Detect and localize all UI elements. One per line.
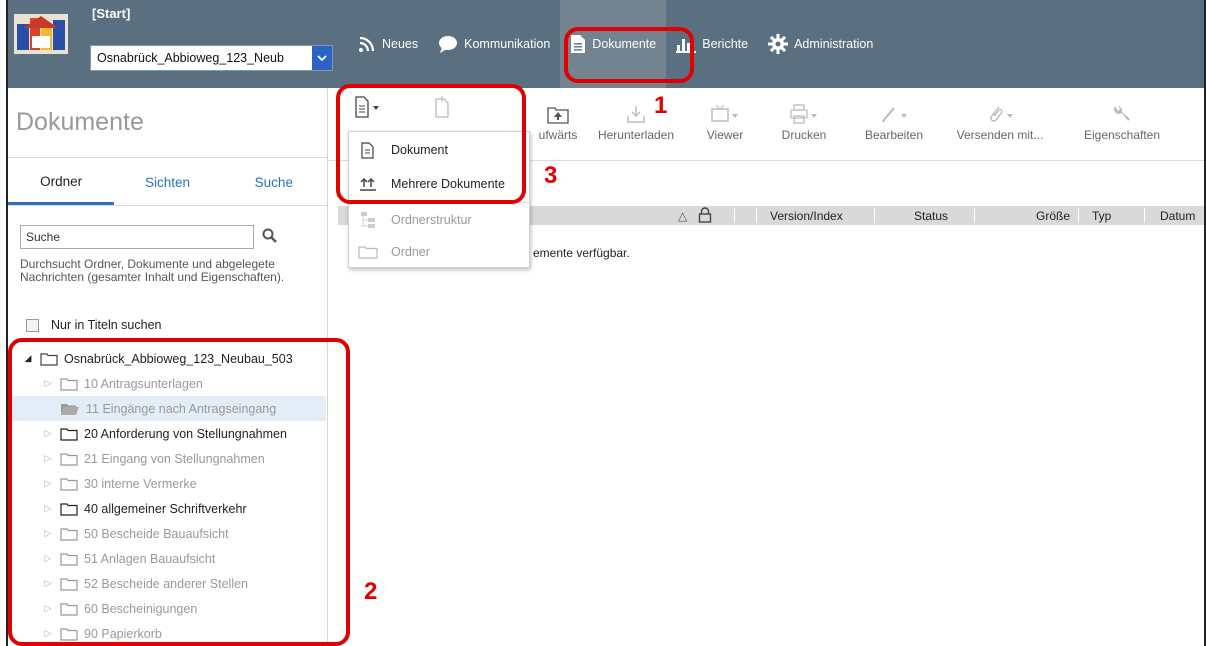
speech-bubble-icon bbox=[438, 35, 458, 53]
download-button[interactable]: Herunterladen bbox=[590, 88, 682, 160]
title-only-label: Nur in Titeln suchen bbox=[51, 318, 162, 332]
annotation-box-3 bbox=[336, 84, 526, 204]
printer-icon bbox=[774, 88, 834, 128]
gear-icon bbox=[768, 34, 789, 54]
annotation-box-1 bbox=[564, 27, 694, 83]
empty-table-message: emente verfügbar. bbox=[533, 246, 630, 260]
divider bbox=[8, 157, 327, 158]
folder-structure-icon bbox=[357, 211, 379, 229]
wrench-icon bbox=[1072, 88, 1172, 128]
menu-item-ordnerstruktur[interactable]: Ordnerstruktur bbox=[349, 208, 529, 232]
send-with-button[interactable]: Versenden mit... bbox=[952, 88, 1048, 160]
search-icon[interactable] bbox=[262, 228, 278, 247]
monitor-icon bbox=[700, 88, 750, 128]
tab-ordner[interactable]: Ordner bbox=[8, 160, 115, 205]
edit-button[interactable]: Bearbeiten bbox=[856, 88, 932, 160]
app-window: [Start] Osnabrück_Abbioweg_123_Neub Neue… bbox=[6, 0, 1206, 646]
toolbar-label: ufwärts bbox=[538, 128, 578, 142]
column-type[interactable]: Typ bbox=[1092, 209, 1111, 223]
viewer-button[interactable]: Viewer bbox=[700, 88, 750, 160]
column-version[interactable]: Version/Index bbox=[770, 209, 843, 223]
nav-label: Kommunikation bbox=[464, 37, 551, 51]
upload-folder-icon bbox=[528, 88, 588, 128]
pencil-icon bbox=[856, 88, 932, 128]
project-select[interactable]: Osnabrück_Abbioweg_123_Neub bbox=[90, 45, 333, 71]
print-button[interactable]: Drucken bbox=[774, 88, 834, 160]
menu-item-label: Ordner bbox=[391, 245, 430, 259]
annotation-label-1: 1 bbox=[654, 92, 668, 119]
nav-item-kommunikation[interactable]: Kommunikation bbox=[428, 0, 560, 88]
annotation-label-2: 2 bbox=[364, 578, 378, 605]
nav-item-neues[interactable]: Neues bbox=[348, 0, 428, 88]
toolbar-label: Bearbeiten bbox=[864, 128, 924, 142]
nav-label: Berichte bbox=[702, 37, 749, 51]
nav-item-administration[interactable]: Administration bbox=[758, 0, 883, 88]
app-logo[interactable] bbox=[14, 14, 68, 54]
chevron-down-icon[interactable] bbox=[312, 46, 332, 70]
title-only-option[interactable]: Nur in Titeln suchen bbox=[26, 318, 161, 332]
properties-button[interactable]: Eigenschaften bbox=[1072, 88, 1172, 160]
nav-label: Neues bbox=[382, 37, 419, 51]
toolbar-label: Drucken bbox=[781, 128, 827, 142]
column-size[interactable]: Größe bbox=[1036, 209, 1070, 223]
download-icon bbox=[590, 88, 682, 128]
panel-tabs: Ordner Sichten Suche bbox=[8, 160, 327, 206]
toolbar-label: Herunterladen bbox=[597, 128, 675, 142]
start-link[interactable]: [Start] bbox=[92, 6, 130, 21]
annotation-label-3: 3 bbox=[544, 162, 558, 189]
search-hint: Durchsucht Ordner, Dokumente und abgeleg… bbox=[20, 257, 285, 284]
sort-indicator[interactable]: △ bbox=[678, 209, 687, 223]
menu-item-label: Ordnerstruktur bbox=[391, 213, 472, 227]
panel-title: Dokumente bbox=[16, 108, 144, 136]
upload-button[interactable]: ufwärts bbox=[528, 88, 588, 160]
toolbar-label: Eigenschaften bbox=[1083, 128, 1161, 142]
title-only-checkbox[interactable] bbox=[26, 318, 39, 332]
tab-sichten[interactable]: Sichten bbox=[114, 160, 220, 205]
toolbar-label: Versenden mit... bbox=[956, 128, 1044, 142]
search-input[interactable] bbox=[20, 225, 254, 249]
annotation-box-2 bbox=[8, 338, 350, 646]
column-date[interactable]: Datum bbox=[1160, 209, 1195, 223]
menu-item-ordner[interactable]: Ordner bbox=[349, 240, 529, 264]
tab-suche[interactable]: Suche bbox=[221, 160, 327, 205]
folder-icon bbox=[357, 245, 379, 259]
nav-label: Administration bbox=[794, 37, 874, 51]
project-select-value: Osnabrück_Abbioweg_123_Neub bbox=[97, 51, 284, 65]
lock-icon bbox=[698, 207, 712, 226]
paperclip-icon bbox=[952, 88, 1048, 128]
toolbar-label: Viewer bbox=[706, 128, 744, 142]
rss-icon bbox=[358, 35, 376, 53]
column-status[interactable]: Status bbox=[914, 209, 948, 223]
